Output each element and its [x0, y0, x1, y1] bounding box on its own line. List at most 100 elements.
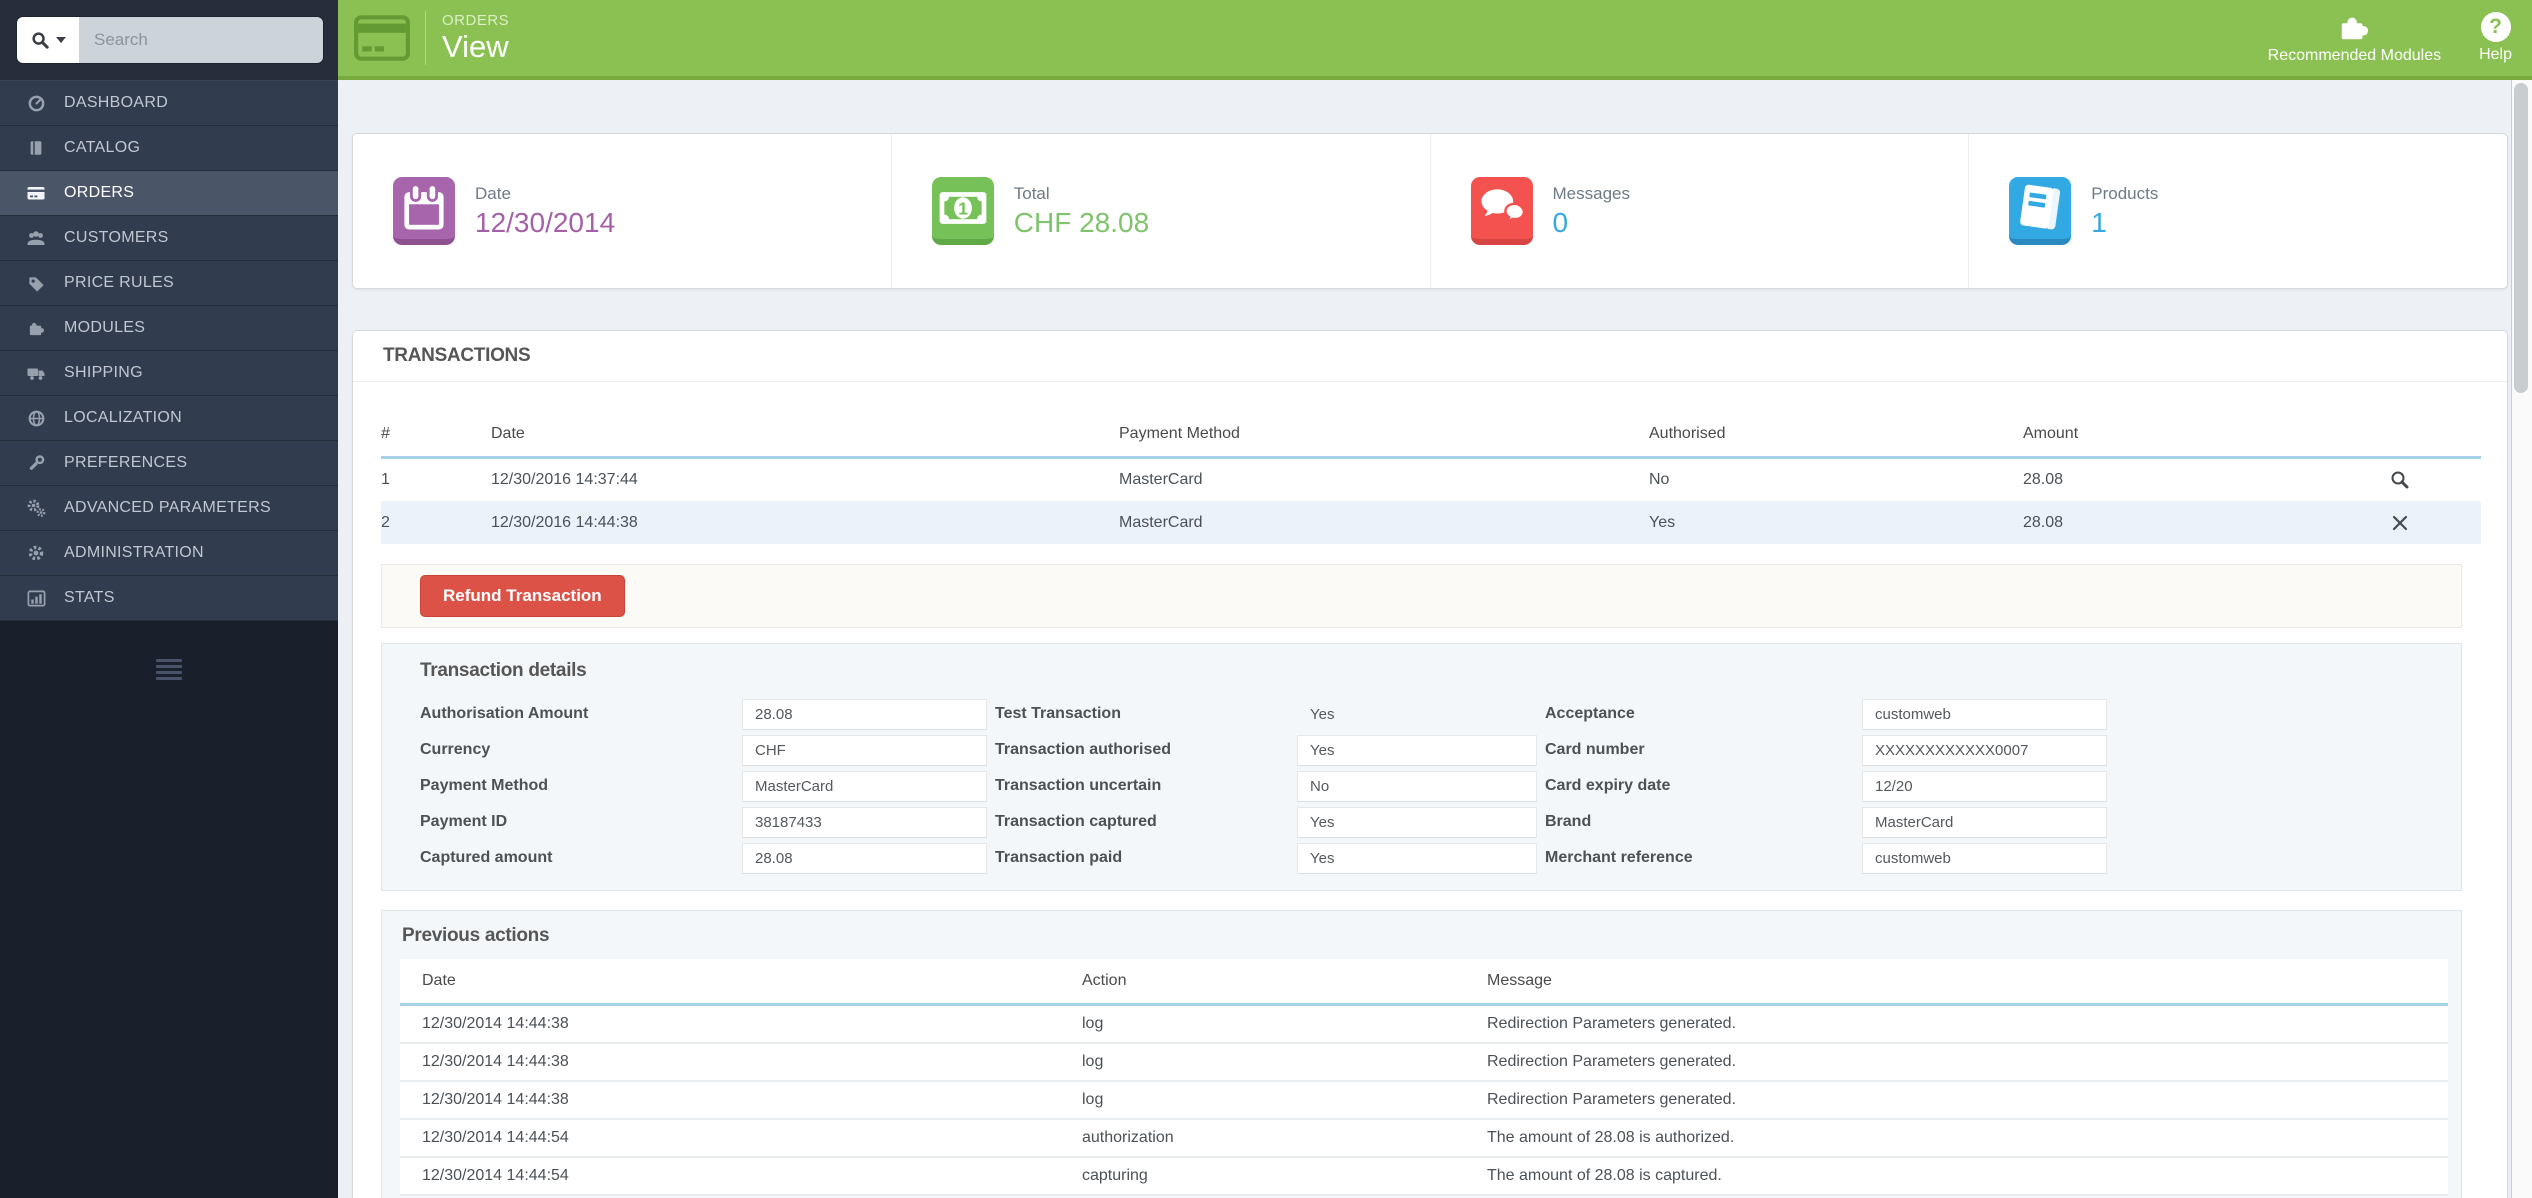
stat-card-messages: Messages 0 — [1431, 134, 1970, 288]
product-book-icon — [2009, 177, 2072, 245]
breadcrumb: ORDERS — [442, 12, 510, 29]
transaction-method: MasterCard — [1119, 457, 1649, 502]
sidebar-item-catalog[interactable]: CATALOG — [0, 126, 338, 171]
column-header-authorised: Authorised — [1649, 412, 2023, 459]
vertical-scrollbar[interactable] — [2511, 80, 2532, 1198]
detail-value: customweb — [1862, 698, 2107, 730]
table-row: 1 12/30/2016 14:37:44 MasterCard No 28.0… — [381, 457, 2481, 502]
detail-value: customweb — [1862, 842, 2107, 874]
order-summary-cards: Date 12/30/2014 1 Total CHF 28.08 Messag… — [352, 133, 2508, 289]
transaction-date: 12/30/2016 14:44:38 — [491, 501, 1119, 544]
previous-actions-table: Date Action Message 12/30/2014 14:44:38 … — [400, 959, 2448, 1196]
detail-value: 28.08 — [742, 698, 987, 730]
transaction-authorised: Yes — [1649, 501, 2023, 544]
detail-value: 28.08 — [742, 842, 987, 874]
transactions-table-header-row: # Date Payment Method Authorised Amount — [381, 412, 2481, 459]
sidebar-item-advanced-parameters[interactable]: ADVANCED PARAMETERS — [0, 486, 338, 531]
sidebar-item-modules[interactable]: MODULES — [0, 306, 338, 351]
sidebar-item-administration[interactable]: ADMINISTRATION — [0, 531, 338, 576]
transactions-panel: TRANSACTIONS # Date Payment Method Autho… — [352, 330, 2508, 1198]
column-header-date: Date — [400, 959, 1082, 1006]
action-message: Redirection Parameters generated. — [1487, 1004, 2448, 1044]
sidebar-item-dashboard[interactable]: DASHBOARD — [0, 81, 338, 126]
page-title: View — [442, 29, 509, 64]
stat-label: Messages — [1552, 183, 1630, 203]
puzzle-icon — [22, 319, 50, 338]
calendar-icon — [393, 177, 455, 245]
detail-value: MasterCard — [1862, 806, 2107, 838]
gear-icon — [22, 543, 50, 563]
search-input[interactable] — [79, 17, 323, 63]
recommended-modules-button[interactable]: Recommended Modules — [2268, 11, 2441, 65]
refund-transaction-button[interactable]: Refund Transaction — [420, 575, 625, 617]
sidebar-item-stats[interactable]: STATS — [0, 576, 338, 621]
detail-value: XXXXXXXXXXXX0007 — [1862, 734, 2107, 766]
wrench-icon — [22, 454, 50, 473]
refund-section: Refund Transaction — [381, 564, 2462, 628]
sidebar-item-customers[interactable]: CUSTOMERS — [0, 216, 338, 261]
collapse-menu-button[interactable] — [156, 659, 182, 680]
stat-card-date: Date 12/30/2014 — [353, 134, 892, 288]
delete-transaction-icon[interactable] — [2390, 513, 2410, 533]
sidebar-menu: DASHBOARD CATALOG ORDERS CUSTOMERS PRICE — [0, 80, 338, 621]
action-message: Redirection Parameters generated. — [1487, 1043, 2448, 1082]
people-icon — [22, 228, 50, 248]
sidebar-item-orders[interactable]: ORDERS — [0, 171, 338, 216]
sidebar-item-localization[interactable]: LOCALIZATION — [0, 396, 338, 441]
column-header-amount: Amount — [2023, 412, 2319, 459]
sidebar-item-label: LOCALIZATION — [64, 409, 182, 426]
transaction-details-title: Transaction details — [420, 660, 587, 681]
search-scope-button[interactable] — [17, 17, 79, 63]
stat-card-total: 1 Total CHF 28.08 — [892, 134, 1431, 288]
detail-value: 38187433 — [742, 806, 987, 838]
divider — [425, 11, 426, 65]
topbar — [0, 0, 338, 80]
action-date: 12/30/2014 14:44:54 — [400, 1119, 1082, 1158]
transaction-amount: 28.08 — [2023, 457, 2319, 502]
sidebar-item-label: CATALOG — [64, 139, 141, 156]
detail-label: Authorisation Amount — [420, 705, 589, 722]
sidebar-item-preferences[interactable]: PREFERENCES — [0, 441, 338, 486]
sidebar-item-label: MODULES — [64, 319, 146, 336]
transaction-number: 1 — [381, 457, 491, 502]
sidebar-item-label: DASHBOARD — [64, 94, 169, 111]
transactions-panel-title: TRANSACTIONS — [383, 345, 531, 366]
transaction-amount: 28.08 — [2023, 501, 2319, 544]
main-content: Date 12/30/2014 1 Total CHF 28.08 Messag… — [338, 80, 2532, 1198]
table-row: 12/30/2014 14:44:54 authorization The am… — [400, 1119, 2448, 1158]
book-icon — [22, 139, 50, 157]
table-row: 12/30/2014 14:44:38 log Redirection Para… — [400, 1043, 2448, 1082]
detail-value: Yes — [1297, 806, 1537, 838]
detail-label: Transaction paid — [995, 849, 1123, 866]
truck-icon — [22, 363, 50, 383]
transaction-number: 2 — [381, 501, 491, 544]
svg-text:1: 1 — [958, 199, 968, 219]
action-type: authorization — [1082, 1119, 1487, 1158]
action-date: 12/30/2014 14:44:38 — [400, 1043, 1082, 1082]
sidebar-item-price-rules[interactable]: PRICE RULES — [0, 261, 338, 306]
transaction-date: 12/30/2016 14:37:44 — [491, 457, 1119, 502]
stat-label: Products — [2091, 183, 2159, 203]
gauge-icon — [22, 94, 50, 113]
action-type: log — [1082, 1004, 1487, 1044]
action-type: log — [1082, 1043, 1487, 1082]
sidebar-item-label: ADMINISTRATION — [64, 544, 204, 561]
view-transaction-icon[interactable] — [2389, 469, 2411, 491]
sidebar: DASHBOARD CATALOG ORDERS CUSTOMERS PRICE — [0, 80, 338, 1198]
transaction-details-section: Transaction details Authorisation Amount… — [381, 643, 2462, 891]
column-header-message: Message — [1487, 959, 2448, 1006]
action-message: Redirection Parameters generated. — [1487, 1081, 2448, 1120]
scrollbar-thumb[interactable] — [2514, 83, 2528, 393]
help-button[interactable]: ? Help — [2479, 12, 2512, 64]
global-search — [16, 16, 324, 64]
detail-label: Captured amount — [420, 849, 553, 866]
detail-label: Transaction authorised — [995, 741, 1172, 758]
detail-label: Payment ID — [420, 813, 508, 830]
column-header-date: Date — [491, 412, 1119, 459]
help-icon: ? — [2480, 12, 2511, 42]
stat-card-products: Products 1 — [1969, 134, 2507, 288]
credit-card-icon — [353, 13, 411, 63]
detail-row: Captured amount 28.08 Transaction paid Y… — [420, 840, 2461, 876]
chart-icon — [22, 589, 50, 608]
sidebar-item-shipping[interactable]: SHIPPING — [0, 351, 338, 396]
